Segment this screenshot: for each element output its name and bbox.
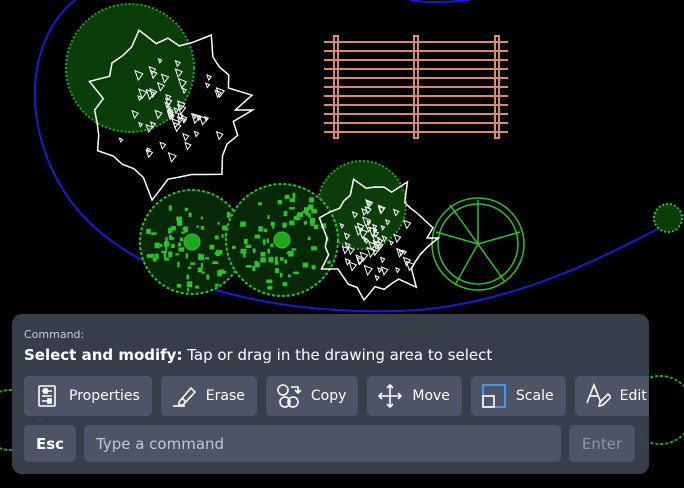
eraser-icon — [171, 383, 197, 409]
erase-button[interactable]: Erase — [160, 376, 257, 416]
pergola-symbol — [324, 35, 508, 139]
edit-button[interactable]: Edit — [574, 376, 649, 416]
move-button[interactable]: Move — [367, 376, 462, 416]
command-label: Command: — [24, 328, 85, 341]
properties-label: Properties — [69, 388, 140, 404]
copy-label: Copy — [310, 388, 347, 404]
command-toolbar: Properties Erase Copy Move Scale Edit — [24, 376, 649, 416]
boundary-top-arc — [409, 0, 471, 3]
scale-icon — [481, 383, 507, 409]
scale-button[interactable]: Scale — [470, 376, 566, 416]
copy-button[interactable]: Copy — [265, 376, 359, 416]
shrub-symbol — [225, 183, 339, 297]
radial-tree-symbol — [431, 197, 525, 291]
command-prompt-title: Select and modify: — [24, 346, 183, 364]
copy-icon — [276, 383, 302, 409]
properties-icon — [34, 383, 60, 409]
erase-label: Erase — [205, 388, 245, 404]
shrub-canopy — [65, 3, 195, 133]
move-label: Move — [412, 388, 450, 404]
edit-label: Edit — [619, 388, 647, 404]
command-prompt-text: Tap or drag in the drawing area to selec… — [182, 346, 493, 364]
esc-button[interactable]: Esc — [24, 425, 76, 462]
properties-button[interactable]: Properties — [24, 376, 152, 416]
command-input[interactable] — [84, 425, 561, 462]
command-prompt: Select and modify: Tap or drag in the dr… — [24, 346, 492, 364]
shrub-small — [653, 203, 683, 233]
text-edit-icon — [585, 383, 611, 409]
move-arrows-icon — [377, 383, 403, 409]
scale-label: Scale — [515, 388, 554, 404]
enter-button[interactable]: Enter — [569, 425, 635, 462]
command-panel: Command: Select and modify: Tap or drag … — [12, 314, 649, 474]
